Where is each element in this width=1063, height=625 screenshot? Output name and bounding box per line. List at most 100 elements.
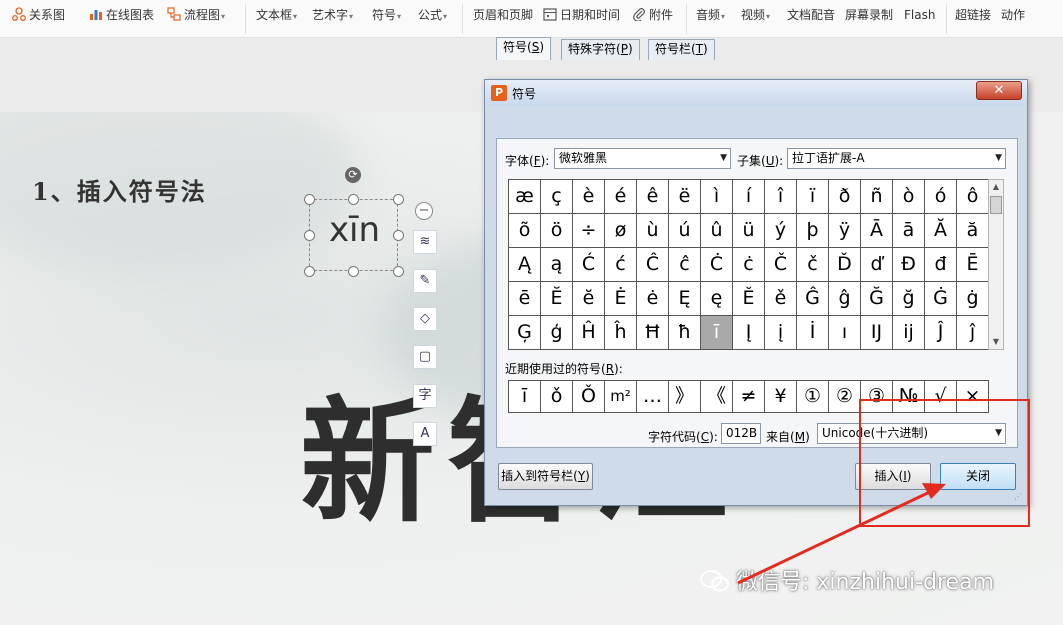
insert-to-bar-button[interactable]: 插入到符号栏(Y)	[498, 463, 593, 490]
symbol-cell[interactable]: ð	[829, 180, 861, 214]
tab-special-chars[interactable]: 特殊字符(P)	[561, 39, 640, 60]
ribbon-action-button[interactable]: 动作	[1001, 5, 1025, 25]
symbol-cell[interactable]: ç	[541, 180, 573, 214]
symbol-cell[interactable]: Ġ	[925, 282, 957, 316]
symbol-cell[interactable]: ĉ	[669, 248, 701, 282]
symbol-cell[interactable]: Ė	[605, 282, 637, 316]
symbol-cell[interactable]: Ĵ	[925, 316, 957, 350]
symbol-cell[interactable]: ê	[637, 180, 669, 214]
symbol-cell[interactable]: ø	[605, 214, 637, 248]
symbol-cell[interactable]: ģ	[541, 316, 573, 350]
recent-symbol-cell[interactable]: m²	[605, 381, 637, 413]
symbol-cell[interactable]: ď	[861, 248, 893, 282]
symbol-cell[interactable]: ï	[797, 180, 829, 214]
symbol-cell[interactable]: đ	[925, 248, 957, 282]
symbol-cell[interactable]: ĥ	[605, 316, 637, 350]
symbol-cell[interactable]: Ą	[509, 248, 541, 282]
symbol-cell[interactable]: ė	[637, 282, 669, 316]
outline-icon[interactable]: ▢	[413, 345, 437, 369]
symbol-cell[interactable]: Į	[733, 316, 765, 350]
recent-symbol-cell[interactable]: ¥	[765, 381, 797, 413]
symbol-cell[interactable]: ù	[637, 214, 669, 248]
symbol-cell[interactable]: ī	[701, 316, 733, 350]
symbol-cell[interactable]: Ĉ	[637, 248, 669, 282]
scroll-up-icon[interactable]: ▲	[989, 180, 1003, 194]
recent-symbol-cell[interactable]: 》	[669, 381, 701, 413]
slide-title[interactable]: 1、插入符号法	[32, 172, 207, 207]
selected-textbox[interactable]: xīn	[309, 199, 398, 271]
recent-symbol-cell[interactable]: Ǒ	[573, 381, 605, 413]
subset-select[interactable]: 拉丁语扩展-A ▼	[787, 148, 1006, 169]
ribbon-formula-button[interactable]: 公式▾	[418, 5, 447, 25]
symbol-cell[interactable]: č	[797, 248, 829, 282]
symbol-cell[interactable]: Ħ	[637, 316, 669, 350]
ribbon-hyperlink-button[interactable]: 超链接	[955, 5, 991, 25]
layers-icon[interactable]: ≋	[413, 230, 437, 254]
ribbon-textbox-button[interactable]: 文本框▾	[256, 5, 297, 25]
symbol-cell[interactable]: Ģ	[509, 316, 541, 350]
symbol-cell[interactable]: ĝ	[829, 282, 861, 316]
ribbon-wordart-button[interactable]: 艺术字▾	[312, 5, 353, 25]
scroll-thumb[interactable]	[990, 196, 1002, 214]
symbol-cell[interactable]: Ĳ	[861, 316, 893, 350]
symbol-cell[interactable]: õ	[509, 214, 541, 248]
symbol-cell[interactable]: Ĥ	[573, 316, 605, 350]
symbol-grid[interactable]: æ ç è é ê ë ì í î ï ð ñ ò ó ô õ ö ÷ ø ù ú û ü ý þ ÿ Āā Ăă Ąą Ćć Ĉĉ Ċċ Čč…	[508, 179, 989, 350]
symbol-cell[interactable]: ě	[765, 282, 797, 316]
char-code-input[interactable]: 012B	[721, 423, 761, 444]
recent-symbol-cell[interactable]: ≠	[733, 381, 765, 413]
symbol-cell[interactable]: ı	[829, 316, 861, 350]
symbol-cell[interactable]: ü	[733, 214, 765, 248]
symbol-cell[interactable]: ā	[893, 214, 925, 248]
resize-handle[interactable]	[304, 194, 315, 205]
symbol-cell[interactable]: æ	[509, 180, 541, 214]
symbol-cell[interactable]: é	[605, 180, 637, 214]
recent-symbol-cell[interactable]: ī	[509, 381, 541, 413]
ribbon-datetime-button[interactable]: 日期和时间	[543, 5, 620, 25]
symbol-cell[interactable]: Ď	[829, 248, 861, 282]
textbox-text[interactable]: xīn	[310, 210, 399, 250]
symbol-cell[interactable]: ÷	[573, 214, 605, 248]
symbol-cell[interactable]: ì	[701, 180, 733, 214]
resize-handle[interactable]	[393, 230, 404, 241]
ribbon-flash-button[interactable]: Flash	[904, 5, 935, 25]
recent-symbol-cell[interactable]: ǒ	[541, 381, 573, 413]
symbol-cell[interactable]: Ē	[957, 248, 989, 282]
symbol-cell[interactable]: è	[573, 180, 605, 214]
tab-symbol-bar[interactable]: 符号栏(T)	[648, 39, 715, 60]
symbol-cell[interactable]: ô	[957, 180, 989, 214]
symbol-cell[interactable]: ē	[509, 282, 541, 316]
ribbon-video-button[interactable]: 视频▾	[741, 5, 770, 25]
symbol-cell[interactable]: ċ	[733, 248, 765, 282]
ribbon-screen-record-button[interactable]: 屏幕录制	[845, 5, 893, 25]
symbol-cell[interactable]: Ă	[925, 214, 957, 248]
ribbon-dubbing-button[interactable]: 文档配音	[787, 5, 835, 25]
symbol-cell[interactable]: í	[733, 180, 765, 214]
resize-handle[interactable]	[304, 230, 315, 241]
symbol-cell[interactable]: ë	[669, 180, 701, 214]
symbol-cell[interactable]: û	[701, 214, 733, 248]
font-select[interactable]: 微软雅黑 ▼	[554, 148, 731, 169]
recent-symbol-cell[interactable]: ①	[797, 381, 829, 413]
symbol-cell[interactable]: ĵ	[957, 316, 989, 350]
symbol-cell[interactable]: ñ	[861, 180, 893, 214]
symbol-cell[interactable]: ă	[957, 214, 989, 248]
ribbon-attachment-button[interactable]: 附件	[632, 5, 673, 25]
symbol-cell[interactable]: ą	[541, 248, 573, 282]
text-wrap-icon[interactable]: 字	[413, 384, 437, 408]
tab-symbols[interactable]: 符号(S)	[496, 37, 552, 60]
symbol-cell[interactable]: Č	[765, 248, 797, 282]
symbol-cell[interactable]: Ć	[573, 248, 605, 282]
symbol-cell[interactable]: Ě	[733, 282, 765, 316]
recent-symbol-cell[interactable]: ②	[829, 381, 861, 413]
symbol-cell[interactable]: ú	[669, 214, 701, 248]
symbol-cell[interactable]: Ċ	[701, 248, 733, 282]
symbol-cell[interactable]: ó	[925, 180, 957, 214]
symbol-cell[interactable]: Ā	[861, 214, 893, 248]
pen-icon[interactable]: ✎	[413, 269, 437, 293]
symbol-cell[interactable]: Ĕ	[541, 282, 573, 316]
resize-handle[interactable]	[348, 194, 359, 205]
rotate-handle-icon[interactable]: ⟳	[345, 167, 361, 183]
resize-handle[interactable]	[348, 266, 359, 277]
symbol-cell[interactable]: ĳ	[893, 316, 925, 350]
